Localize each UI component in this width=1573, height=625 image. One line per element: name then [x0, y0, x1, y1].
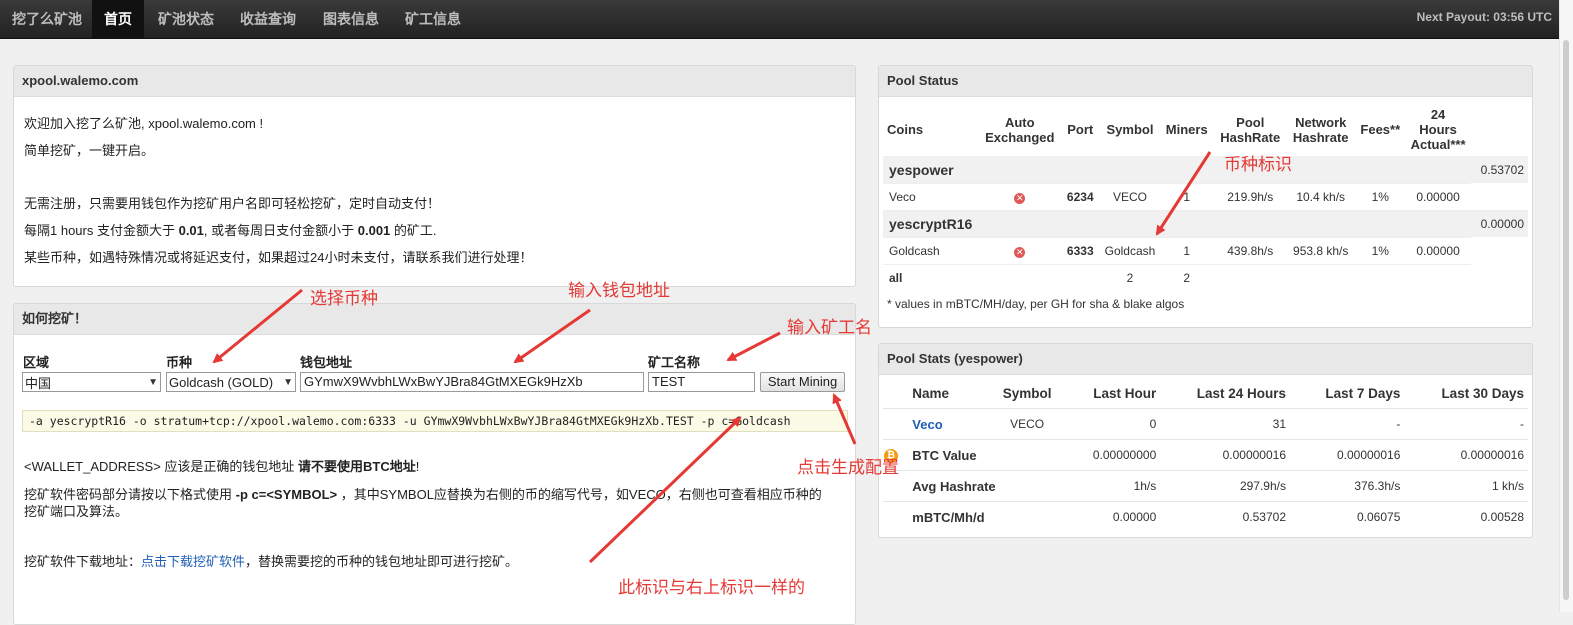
arrow-coin-mark — [1155, 151, 1212, 236]
arrow-same-mark — [588, 416, 742, 564]
annotation-input-wallet: 输入钱包地址 — [568, 281, 670, 300]
annotation-coin-mark: 币种标识 — [1224, 155, 1292, 174]
arrow-select-coin — [212, 288, 303, 364]
annotation-click-generate: 点击生成配置 — [797, 458, 899, 477]
annotation-select-coin: 选择币种 — [310, 289, 378, 308]
arrow-click-generate — [832, 393, 857, 445]
annotation-arrows — [212, 151, 1212, 564]
annotation-input-worker: 输入矿工名 — [787, 318, 872, 337]
arrow-input-worker — [726, 331, 781, 362]
annotation-same-mark: 此标识与右上标识一样的 — [618, 578, 805, 597]
arrow-input-wallet — [513, 308, 591, 364]
